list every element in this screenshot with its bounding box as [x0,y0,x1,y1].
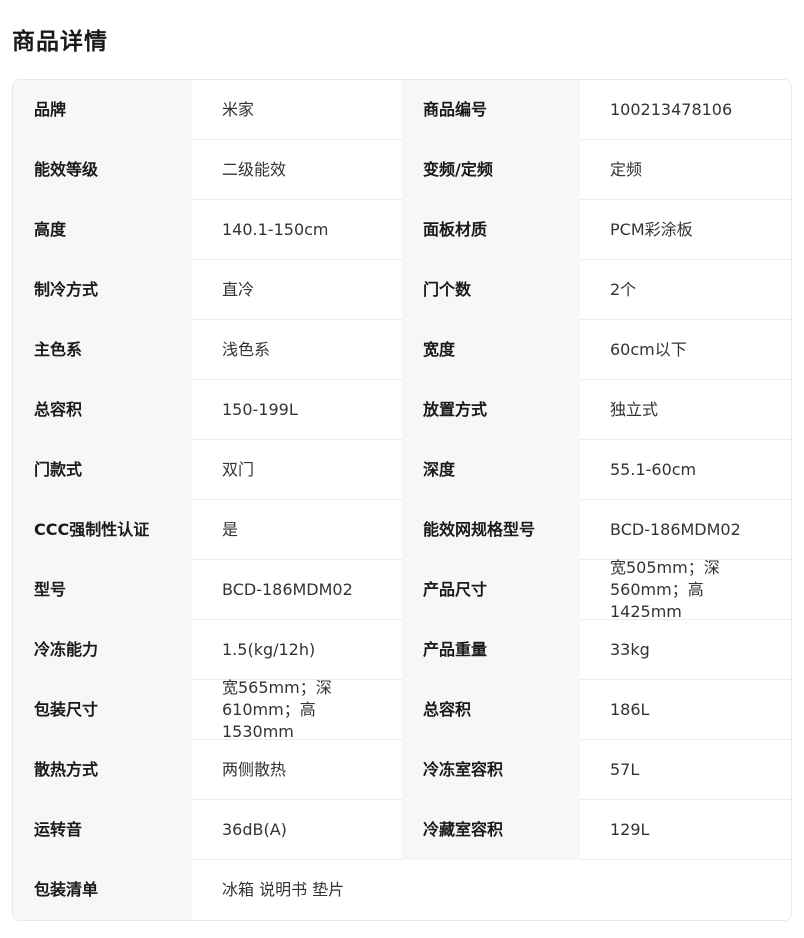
spec-row: 制冷方式 直冷 门个数 2个 [13,260,791,320]
spec-row: 散热方式 两侧散热 冷冻室容积 57L [13,740,791,800]
spec-row: 冷冻能力 1.5(kg/12h) 产品重量 33kg [13,620,791,680]
spec-value: 150-199L [192,380,402,440]
spec-label: 制冷方式 [13,260,192,320]
spec-label: 包装清单 [13,860,192,920]
spec-label: 冷冻室容积 [402,740,580,800]
spec-label: 变频/定频 [402,140,580,200]
spec-value: 140.1-150cm [192,200,402,260]
spec-value: 1.5(kg/12h) [192,620,402,680]
spec-row: 型号 BCD-186MDM02 产品尺寸 宽505mm；深560mm；高1425… [13,558,791,621]
spec-label: 总容积 [13,380,192,440]
spec-value: BCD-186MDM02 [192,560,402,620]
spec-label: 面板材质 [402,200,580,260]
spec-value: 55.1-60cm [580,440,791,500]
spec-row: 高度 140.1-150cm 面板材质 PCM彩涂板 [13,200,791,260]
spec-label: 高度 [13,200,192,260]
spec-label: 产品重量 [402,620,580,680]
spec-label: 总容积 [402,680,580,740]
spec-label: 宽度 [402,320,580,380]
spec-value: 米家 [192,80,402,140]
spec-value: 186L [580,680,791,740]
spec-label: 门个数 [402,260,580,320]
spec-value: 宽505mm；深560mm；高1425mm [580,558,791,621]
spec-label: 门款式 [13,440,192,500]
product-detail-page: 商品详情 品牌 米家 商品编号 100213478106 能效等级 二级能效 变… [0,0,804,938]
spec-value: 60cm以下 [580,320,791,380]
spec-label: 冷冻能力 [13,620,192,680]
spec-value: 33kg [580,620,791,680]
spec-label: 包装尺寸 [13,680,192,740]
spec-value: 2个 [580,260,791,320]
spec-row: CCC强制性认证 是 能效网规格型号 BCD-186MDM02 [13,500,791,560]
spec-value: BCD-186MDM02 [580,500,791,560]
spec-table: 品牌 米家 商品编号 100213478106 能效等级 二级能效 变频/定频 … [12,79,792,921]
spec-value: 独立式 [580,380,791,440]
spec-value: 宽565mm；深610mm；高1530mm [192,678,402,741]
spec-label: 散热方式 [13,740,192,800]
spec-value: 浅色系 [192,320,402,380]
spec-label: 商品编号 [402,80,580,140]
spec-value: 定频 [580,140,791,200]
spec-value: 两侧散热 [192,740,402,800]
spec-label: 能效网规格型号 [402,500,580,560]
spec-row: 总容积 150-199L 放置方式 独立式 [13,380,791,440]
spec-label: 主色系 [13,320,192,380]
spec-row: 门款式 双门 深度 55.1-60cm [13,440,791,500]
spec-label: 能效等级 [13,140,192,200]
spec-value: PCM彩涂板 [580,200,791,260]
spec-label: 品牌 [13,80,192,140]
spec-row: 主色系 浅色系 宽度 60cm以下 [13,320,791,380]
spec-row: 品牌 米家 商品编号 100213478106 [13,80,791,140]
spec-value: 二级能效 [192,140,402,200]
spec-value: 36dB(A) [192,800,402,860]
spec-value: 100213478106 [580,80,791,140]
spec-row: 运转音 36dB(A) 冷藏室容积 129L [13,800,791,860]
spec-value: 直冷 [192,260,402,320]
spec-label: CCC强制性认证 [13,500,192,560]
spec-label: 冷藏室容积 [402,800,580,860]
spec-label: 深度 [402,440,580,500]
spec-row: 包装清单 冰箱 说明书 垫片 [13,860,791,920]
spec-label: 产品尺寸 [402,560,580,620]
page-title: 商品详情 [12,29,108,55]
spec-label: 运转音 [13,800,192,860]
spec-value: 冰箱 说明书 垫片 [192,860,791,920]
spec-value: 双门 [192,440,402,500]
spec-label: 放置方式 [402,380,580,440]
spec-row: 包装尺寸 宽565mm；深610mm；高1530mm 总容积 186L [13,678,791,741]
spec-label: 型号 [13,560,192,620]
spec-value: 是 [192,500,402,560]
spec-value: 129L [580,800,791,860]
spec-value: 57L [580,740,791,800]
spec-row: 能效等级 二级能效 变频/定频 定频 [13,140,791,200]
